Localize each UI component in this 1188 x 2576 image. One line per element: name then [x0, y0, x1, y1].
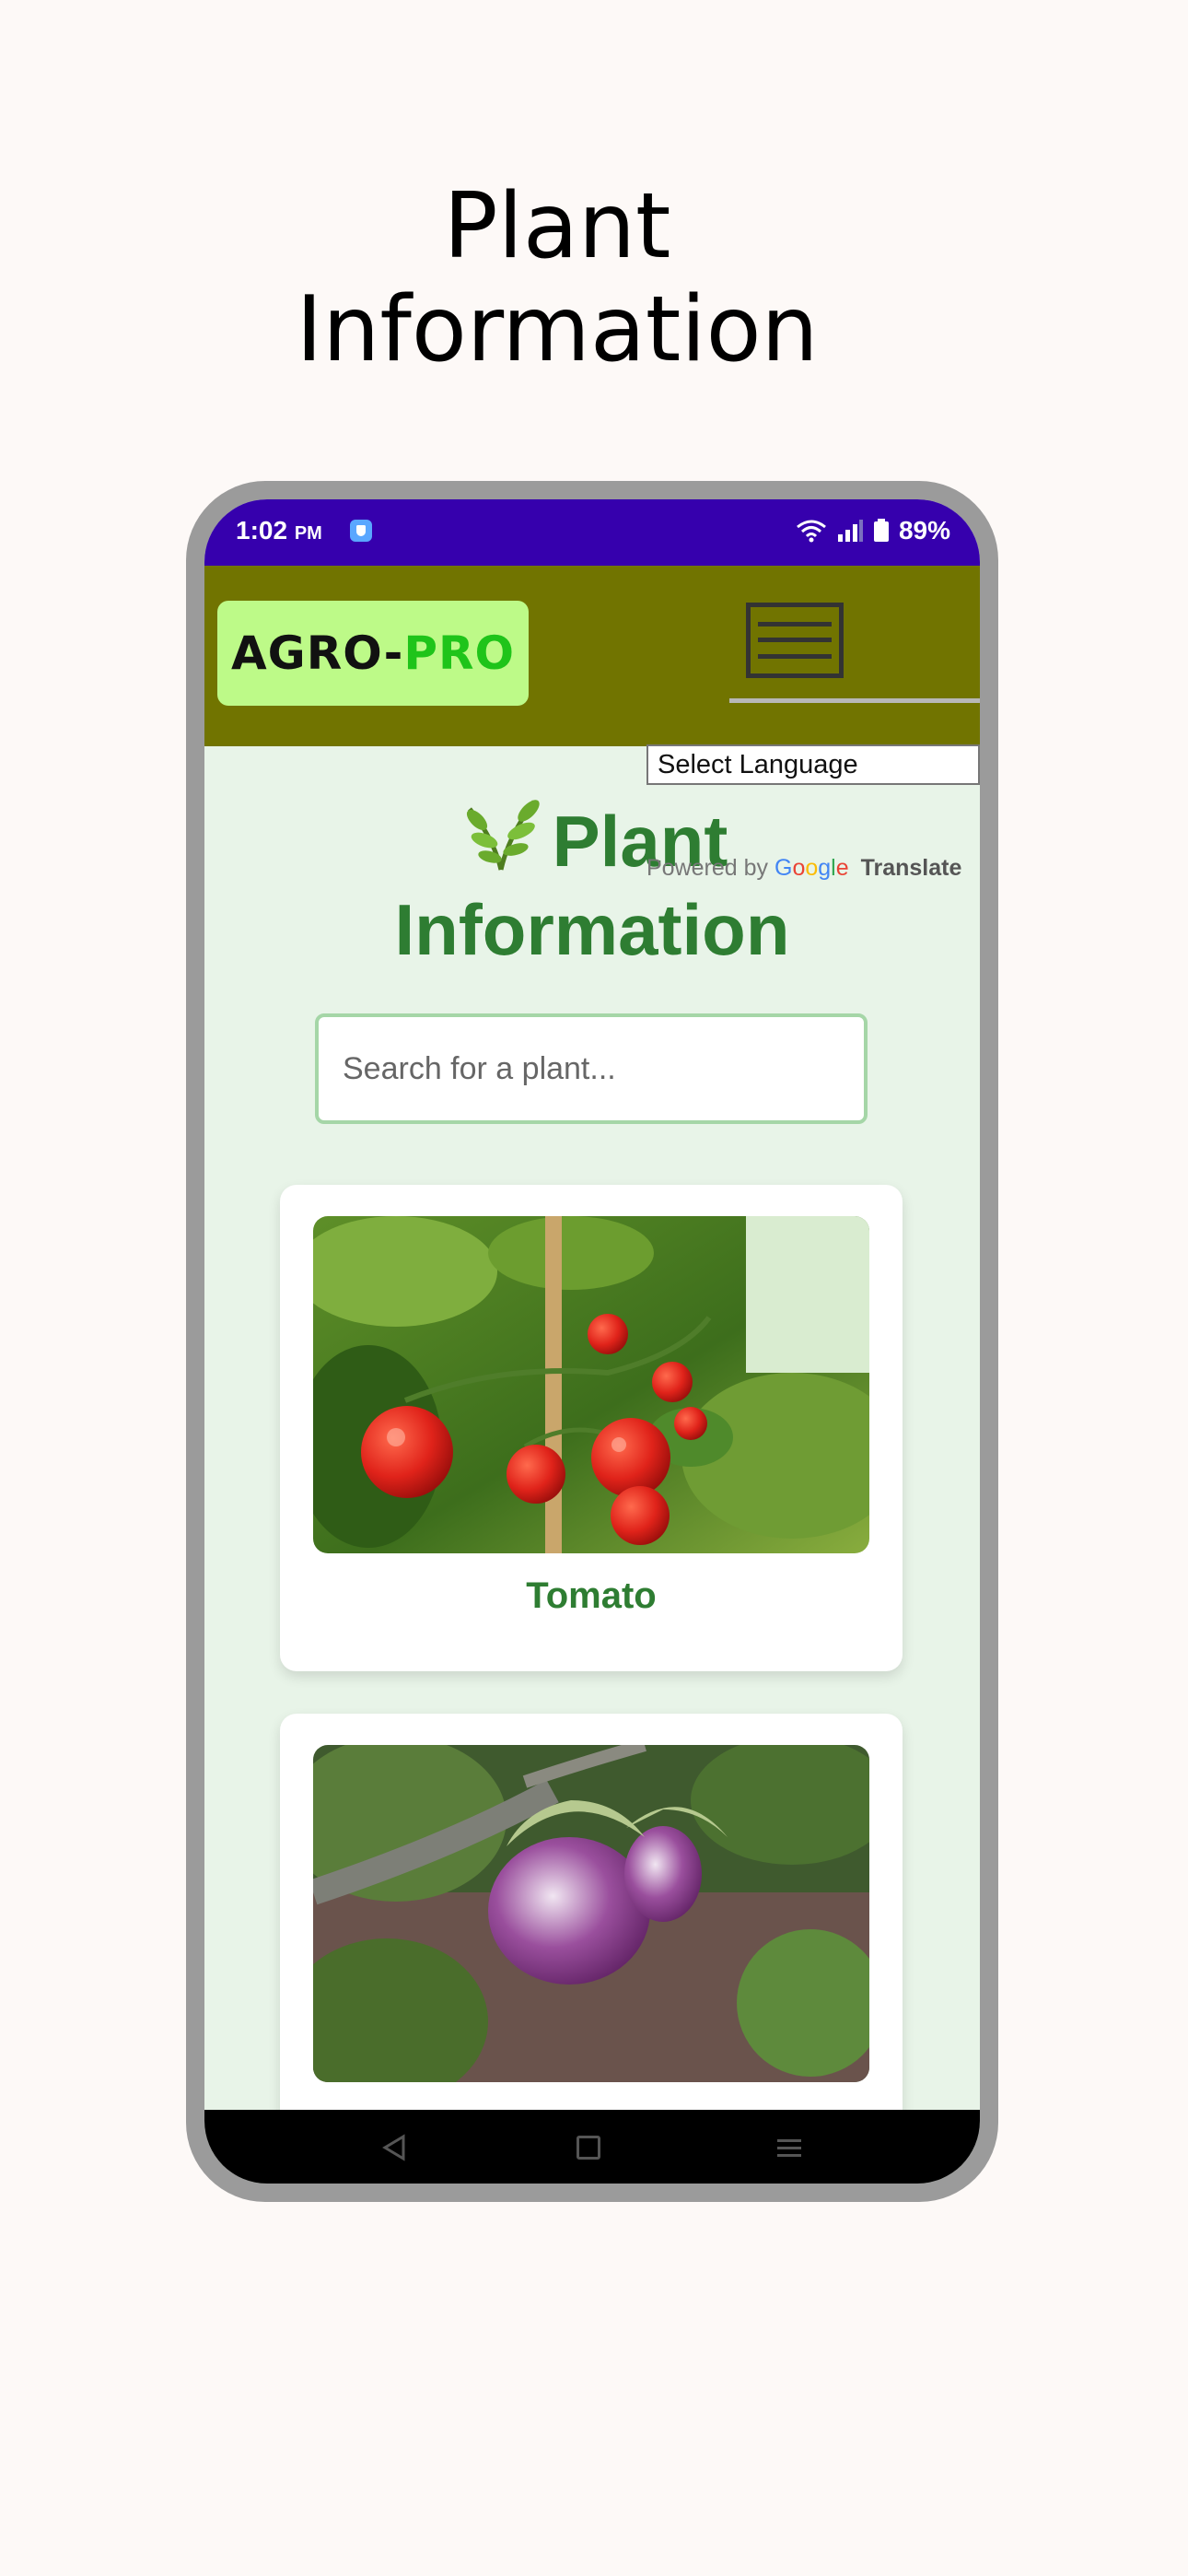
plant-search-input[interactable]: [315, 1013, 868, 1124]
page-heading-line1: Plant: [443, 174, 671, 279]
tomato-image: [313, 1216, 869, 1553]
phone-screen: 1:02 PM 89% AGRO- PRO Select Language Pl…: [204, 499, 980, 2184]
language-select[interactable]: Select Language: [646, 744, 980, 785]
signal-icon: [837, 520, 863, 542]
phone-frame: 1:02 PM 89% AGRO- PRO Select Language Pl…: [186, 481, 998, 2202]
status-time-ampm: PM: [294, 523, 322, 544]
language-select-label: Select Language: [658, 750, 858, 779]
status-time-value: 1:02: [236, 516, 288, 544]
menu-line: [758, 638, 832, 643]
leaf-icon: [466, 800, 540, 871]
battery-percent: 89%: [898, 516, 950, 544]
logo-text-agro: AGRO-: [230, 626, 404, 680]
status-time: 1:02 PM: [236, 516, 322, 545]
header-divider: [729, 698, 980, 703]
menu-line: [758, 622, 832, 627]
plant-card-tomato[interactable]: Tomato: [280, 1185, 903, 1671]
recents-icon[interactable]: [775, 2136, 803, 2161]
back-icon[interactable]: [381, 2134, 407, 2161]
status-bar: 1:02 PM 89%: [204, 499, 980, 566]
menu-icon[interactable]: [746, 603, 844, 678]
powered-by-text: Powered by: [646, 855, 769, 881]
logo-text-pro: PRO: [403, 626, 516, 680]
powered-by-google-translate[interactable]: Powered by Google Translate: [646, 855, 961, 882]
eggplant-image: [313, 1745, 869, 2082]
battery-icon: [873, 519, 889, 542]
shield-icon: [350, 520, 372, 542]
menu-line: [758, 653, 832, 659]
home-icon[interactable]: [577, 2136, 600, 2160]
navigation-bar: [204, 2110, 980, 2184]
wifi-icon: [797, 520, 826, 543]
translate-text: Translate: [860, 855, 962, 881]
page-heading-line2: Information: [296, 277, 819, 382]
plant-name: Tomato: [526, 1575, 657, 1616]
page-heading: Plant Information: [0, 175, 1114, 381]
title-line2: Information: [394, 889, 790, 970]
app-header: AGRO- PRO: [204, 566, 980, 746]
plant-information-title: Plant Information: [204, 792, 980, 974]
agro-pro-logo[interactable]: AGRO- PRO: [217, 601, 529, 706]
google-wordmark: Google: [774, 855, 849, 881]
status-icons: 89%: [796, 516, 950, 545]
